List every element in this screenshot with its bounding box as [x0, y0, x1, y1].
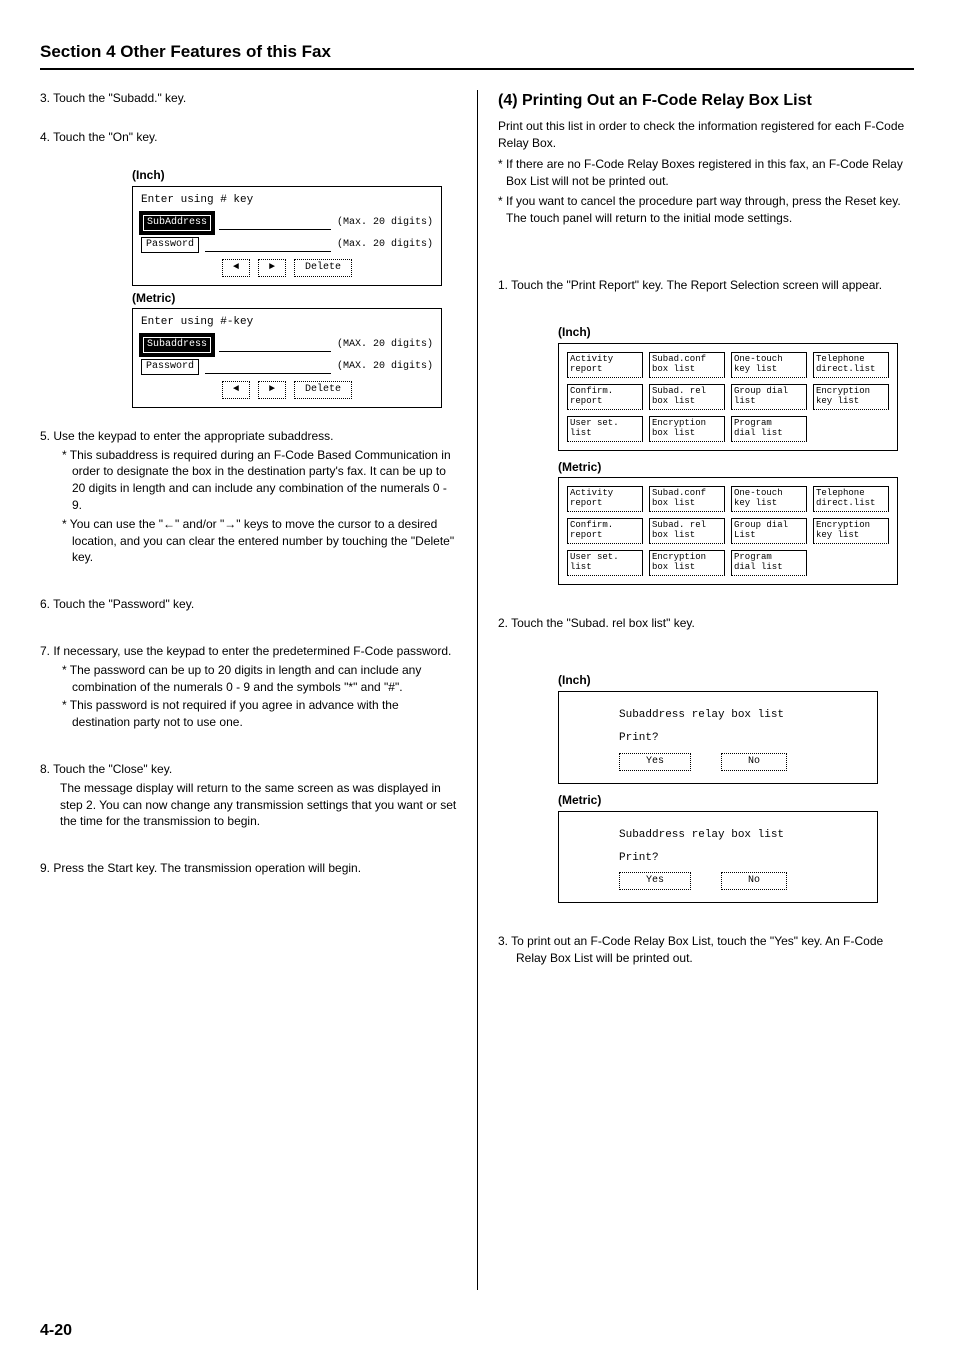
no-button[interactable]: No — [721, 872, 787, 890]
subaddress-field[interactable] — [219, 216, 331, 230]
step-5-note: * You can use the "←" and/or "→" keys to… — [40, 516, 457, 566]
arrow-left-button[interactable]: ◄ — [222, 259, 250, 277]
print-confirm-inch: Subaddress relay box list Print? Yes No — [558, 691, 878, 784]
left-column: 3. Touch the "Subadd." key. 4. Touch the… — [40, 90, 477, 1290]
print-question: Print? — [619, 851, 865, 866]
report-button[interactable]: One-touch key list — [731, 486, 807, 512]
password-field[interactable] — [205, 238, 331, 252]
report-button[interactable]: Program dial list — [731, 550, 807, 576]
section-title: Section 4 Other Features of this Fax — [40, 40, 914, 70]
arrow-left-button[interactable]: ◄ — [222, 381, 250, 399]
max-hint: (Max. 20 digits) — [337, 216, 433, 230]
inch-label: (Inch) — [132, 167, 457, 184]
step-5: 5. Use the keypad to enter the appropria… — [40, 428, 457, 445]
report-grid-inch: Activity reportSubad.conf box listOne-to… — [558, 343, 898, 451]
screen-inch: Enter using # key SubAddress (Max. 20 di… — [132, 186, 442, 285]
password-key[interactable]: Password — [141, 237, 199, 253]
step-7-note: * This password is not required if you a… — [40, 697, 457, 731]
report-button[interactable]: Activity report — [567, 486, 643, 512]
screen-metric: Enter using #-key Subaddress (MAX. 20 di… — [132, 308, 442, 407]
delete-button[interactable]: Delete — [294, 381, 352, 399]
report-grid-metric: Activity reportSubad.conf box listOne-to… — [558, 477, 898, 585]
max-hint: (Max. 20 digits) — [337, 238, 433, 252]
subaddress-field[interactable] — [219, 338, 331, 352]
report-button[interactable]: One-touch key list — [731, 352, 807, 378]
password-field[interactable] — [205, 360, 331, 374]
step-8-note: The message display will return to the s… — [40, 780, 457, 830]
report-button[interactable]: Program dial list — [731, 416, 807, 442]
print-title: Subaddress relay box list — [619, 828, 865, 843]
yes-button[interactable]: Yes — [619, 753, 691, 771]
inch-label: (Inch) — [558, 672, 914, 689]
step-6: 6. Touch the "Password" key. — [40, 596, 457, 613]
arrow-right-button[interactable]: ► — [258, 381, 286, 399]
report-button[interactable]: Subad.conf box list — [649, 352, 725, 378]
report-button[interactable]: Encryption box list — [649, 416, 725, 442]
print-question: Print? — [619, 731, 865, 746]
max-hint: (MAX. 20 digits) — [337, 338, 433, 352]
print-confirm-metric: Subaddress relay box list Print? Yes No — [558, 811, 878, 904]
subaddress-key[interactable]: SubAddress — [141, 213, 213, 233]
report-button[interactable]: Encryption key list — [813, 384, 889, 410]
intro-text: Print out this list in order to check th… — [498, 118, 914, 152]
report-button[interactable]: Subad. rel box list — [649, 384, 725, 410]
note: * If you want to cancel the procedure pa… — [498, 193, 914, 227]
metric-label: (Metric) — [558, 792, 914, 809]
step-3: 3. Touch the "Subadd." key. — [40, 90, 457, 107]
note: * If there are no F-Code Relay Boxes reg… — [498, 156, 914, 190]
report-button[interactable]: Subad. rel box list — [649, 518, 725, 544]
step-9: 9. Press the Start key. The transmission… — [40, 860, 457, 877]
step-8: 8. Touch the "Close" key. — [40, 761, 457, 778]
right-step-2: 2. Touch the "Subad. rel box list" key. — [498, 615, 914, 632]
password-key[interactable]: Password — [141, 359, 199, 375]
right-step-1: 1. Touch the "Print Report" key. The Rep… — [498, 277, 914, 294]
report-button[interactable]: Activity report — [567, 352, 643, 378]
metric-label: (Metric) — [132, 290, 457, 307]
step-7: 7. If necessary, use the keypad to enter… — [40, 643, 457, 660]
screen-line: Enter using # key — [141, 193, 433, 208]
page-number: 4-20 — [40, 1320, 914, 1342]
report-button[interactable]: Encryption key list — [813, 518, 889, 544]
step-5-note: * This subaddress is required during an … — [40, 447, 457, 514]
report-button[interactable]: User set. list — [567, 416, 643, 442]
screen-line: Enter using #-key — [141, 315, 433, 330]
report-button[interactable]: User set. list — [567, 550, 643, 576]
report-button[interactable]: Telephone direct.list — [813, 486, 889, 512]
report-button[interactable]: Encryption box list — [649, 550, 725, 576]
delete-button[interactable]: Delete — [294, 259, 352, 277]
report-button[interactable]: Confirm. report — [567, 384, 643, 410]
arrow-right-button[interactable]: ► — [258, 259, 286, 277]
inch-label: (Inch) — [558, 324, 914, 341]
subaddress-key[interactable]: Subaddress — [141, 335, 213, 355]
subsection-heading: (4) Printing Out an F-Code Relay Box Lis… — [498, 90, 914, 112]
right-column: (4) Printing Out an F-Code Relay Box Lis… — [477, 90, 914, 1290]
step-4: 4. Touch the "On" key. — [40, 129, 457, 146]
report-button[interactable]: Telephone direct.list — [813, 352, 889, 378]
right-step-3: 3. To print out an F-Code Relay Box List… — [498, 933, 914, 967]
yes-button[interactable]: Yes — [619, 872, 691, 890]
report-button[interactable]: Confirm. report — [567, 518, 643, 544]
print-title: Subaddress relay box list — [619, 708, 865, 723]
max-hint: (MAX. 20 digits) — [337, 360, 433, 374]
metric-label: (Metric) — [558, 459, 914, 476]
report-button[interactable]: Group dial List — [731, 518, 807, 544]
step-7-note: * The password can be up to 20 digits in… — [40, 662, 457, 696]
report-button[interactable]: Group dial list — [731, 384, 807, 410]
report-button[interactable]: Subad.conf box list — [649, 486, 725, 512]
no-button[interactable]: No — [721, 753, 787, 771]
